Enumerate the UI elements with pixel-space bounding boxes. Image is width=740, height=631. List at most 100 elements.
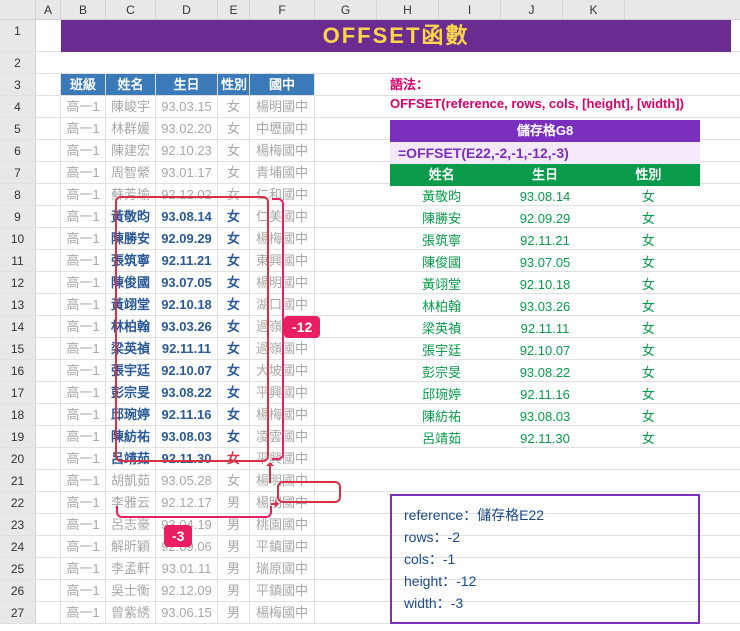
cell-school[interactable]: 楊梅國中 (250, 140, 315, 161)
cell-class[interactable]: 高一1 (61, 360, 106, 381)
rownum[interactable]: 18 (0, 404, 36, 425)
rownum[interactable]: 13 (0, 294, 36, 315)
cell-class[interactable]: 高一1 (61, 382, 106, 403)
cell-class[interactable]: 高一1 (61, 580, 106, 601)
rownum[interactable]: 16 (0, 360, 36, 381)
cell-birth[interactable]: 93.05.28 (156, 470, 218, 491)
col-header-F[interactable]: F (250, 0, 315, 19)
cell-class[interactable]: 高一1 (61, 206, 106, 227)
col-header-E[interactable]: E (218, 0, 250, 19)
rownum[interactable]: 22 (0, 492, 36, 513)
rownum[interactable]: 12 (0, 272, 36, 293)
rownum[interactable]: 1 (0, 20, 36, 51)
rownum[interactable]: 9 (0, 206, 36, 227)
cell-class[interactable]: 高一1 (61, 294, 106, 315)
cell-class[interactable]: 高一1 (61, 536, 106, 557)
col-header-D[interactable]: D (156, 0, 218, 19)
col-header-A[interactable]: A (36, 0, 61, 19)
cell-class[interactable]: 高一1 (61, 338, 106, 359)
cell-name[interactable]: 周智縈 (106, 162, 156, 183)
cell-school[interactable]: 青埔國中 (250, 162, 315, 183)
cell-class[interactable]: 高一1 (61, 184, 106, 205)
cell-class[interactable]: 高一1 (61, 140, 106, 161)
cell-name[interactable]: 吳士衡 (106, 580, 156, 601)
col-header-J[interactable]: J (501, 0, 563, 19)
rownum[interactable]: 3 (0, 74, 36, 95)
cell-name[interactable]: 曾紫綉 (106, 602, 156, 623)
rownum[interactable]: 23 (0, 514, 36, 535)
cell-birth[interactable]: 93.01.17 (156, 162, 218, 183)
cell-name[interactable]: 林群媛 (106, 118, 156, 139)
cell-class[interactable]: 高一1 (61, 470, 106, 491)
th-birth[interactable]: 生日 (156, 74, 218, 95)
th-school[interactable]: 國中 (250, 74, 315, 95)
cell-class[interactable]: 高一1 (61, 272, 106, 293)
cell-school[interactable]: 楊明國中 (250, 96, 315, 117)
col-header-I[interactable]: I (439, 0, 501, 19)
cell-class[interactable]: 高一1 (61, 162, 106, 183)
col-header-K[interactable]: K (563, 0, 625, 19)
rownum[interactable]: 19 (0, 426, 36, 447)
cell-class[interactable]: 高一1 (61, 228, 106, 249)
cell-gender[interactable]: 男 (218, 558, 250, 579)
rownum[interactable]: 10 (0, 228, 36, 249)
cell-school[interactable]: 平鎮國中 (250, 580, 315, 601)
cell-birth[interactable]: 93.02.20 (156, 118, 218, 139)
rownum[interactable]: 25 (0, 558, 36, 579)
rownum[interactable]: 14 (0, 316, 36, 337)
cell-birth[interactable]: 92.10.23 (156, 140, 218, 161)
col-header-H[interactable]: H (377, 0, 439, 19)
cell-class[interactable]: 高一1 (61, 316, 106, 337)
rownum[interactable]: 21 (0, 470, 36, 491)
col-header-G[interactable]: G (315, 0, 377, 19)
cell-gender[interactable]: 女 (218, 162, 250, 183)
col-header-row[interactable] (0, 0, 36, 19)
cell-class[interactable]: 高一1 (61, 514, 106, 535)
cell-name[interactable]: 解昕穎 (106, 536, 156, 557)
cell-class[interactable]: 高一1 (61, 448, 106, 469)
col-header-B[interactable]: B (61, 0, 106, 19)
cell-class[interactable]: 高一1 (61, 118, 106, 139)
rownum[interactable]: 17 (0, 382, 36, 403)
cell-name[interactable]: 陳建宏 (106, 140, 156, 161)
cell-class[interactable]: 高一1 (61, 558, 106, 579)
cell-birth[interactable]: 93.06.15 (156, 602, 218, 623)
cell-birth[interactable]: 93.03.15 (156, 96, 218, 117)
cell-name[interactable]: 陳峻宇 (106, 96, 156, 117)
rownum[interactable]: 20 (0, 448, 36, 469)
th-name[interactable]: 姓名 (106, 74, 156, 95)
cell-school[interactable]: 平鎮國中 (250, 536, 315, 557)
cell-gender[interactable]: 男 (218, 536, 250, 557)
rownum[interactable]: 6 (0, 140, 36, 161)
cell-class[interactable]: 高一1 (61, 492, 106, 513)
rownum[interactable]: 27 (0, 602, 36, 623)
cell-school[interactable]: 楊梅國中 (250, 602, 315, 623)
cell-class[interactable]: 高一1 (61, 602, 106, 623)
cell-gender[interactable]: 女 (218, 140, 250, 161)
cell-class[interactable]: 高一1 (61, 426, 106, 447)
rownum[interactable]: 26 (0, 580, 36, 601)
cell-birth[interactable]: 92.12.09 (156, 580, 218, 601)
cell-class[interactable]: 高一1 (61, 404, 106, 425)
col-header-C[interactable]: C (106, 0, 156, 19)
cell-birth[interactable]: 93.01.11 (156, 558, 218, 579)
cell-school[interactable]: 中壢國中 (250, 118, 315, 139)
cell-name[interactable]: 胡凱茹 (106, 470, 156, 491)
cell-class[interactable]: 高一1 (61, 250, 106, 271)
rownum[interactable]: 5 (0, 118, 36, 139)
cell-school[interactable]: 瑞原國中 (250, 558, 315, 579)
cell-gender[interactable]: 男 (218, 602, 250, 623)
cell-name[interactable]: 李孟軒 (106, 558, 156, 579)
cell-gender[interactable]: 女 (218, 470, 250, 491)
rownum[interactable]: 7 (0, 162, 36, 183)
cell-gender[interactable]: 女 (218, 96, 250, 117)
cell-class[interactable]: 高一1 (61, 96, 106, 117)
th-gender[interactable]: 性別 (218, 74, 250, 95)
rownum[interactable]: 24 (0, 536, 36, 557)
rownum[interactable]: 15 (0, 338, 36, 359)
cell-gender[interactable]: 女 (218, 118, 250, 139)
rownum[interactable]: 11 (0, 250, 36, 271)
rownum[interactable]: 4 (0, 96, 36, 117)
th-class[interactable]: 班級 (61, 74, 106, 95)
rownum[interactable]: 2 (0, 52, 36, 73)
